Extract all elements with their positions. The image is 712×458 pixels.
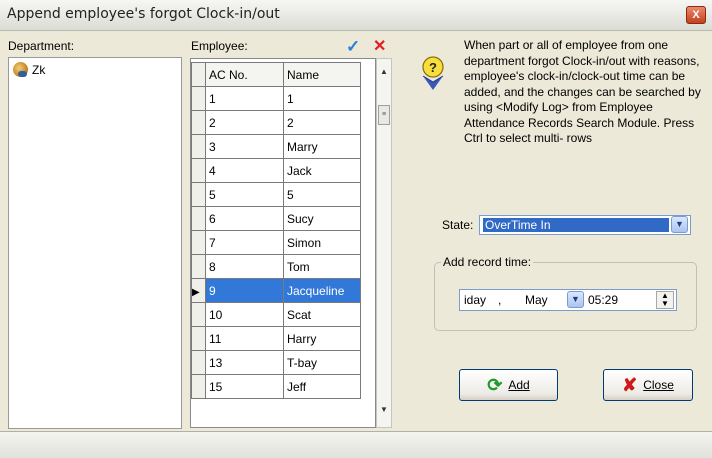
- time-field[interactable]: 05:29: [588, 293, 618, 307]
- department-item-zk[interactable]: Zk: [13, 62, 45, 77]
- close-button[interactable]: ✘ Close: [603, 369, 693, 401]
- cell-name[interactable]: Jacqueline: [283, 278, 361, 303]
- date-day-field[interactable]: iday: [464, 293, 486, 307]
- cell-name[interactable]: Tom: [283, 254, 361, 279]
- cell-ac-no[interactable]: 4: [205, 158, 284, 183]
- add-button-label: Add: [508, 378, 530, 392]
- row-indicator[interactable]: ▶: [191, 278, 206, 303]
- scroll-up-arrow-icon[interactable]: ▲: [377, 67, 391, 81]
- column-header-name[interactable]: Name: [283, 62, 361, 87]
- cell-ac-no[interactable]: 13: [205, 350, 284, 375]
- cell-name[interactable]: 5: [283, 182, 361, 207]
- department-icon: [13, 62, 28, 77]
- row-indicator[interactable]: [191, 302, 206, 327]
- table-row[interactable]: 4 Jack: [191, 158, 361, 183]
- cell-name[interactable]: 1: [283, 86, 361, 111]
- info-description: When part or all of employee from one de…: [464, 38, 701, 145]
- employee-grid[interactable]: AC No. Name 1 1 2 2 3 Marry 4 Jack 5 5 6 Sucy 7 Simon…: [190, 58, 376, 428]
- chevron-down-icon[interactable]: ▼: [671, 216, 688, 233]
- column-header-ac-no[interactable]: AC No.: [205, 62, 284, 87]
- cell-ac-no[interactable]: 10: [205, 302, 284, 327]
- row-indicator[interactable]: [191, 158, 206, 183]
- cell-name[interactable]: T-bay: [283, 350, 361, 375]
- employee-grid-scrollbar[interactable]: ▲ ≡ ▼: [376, 58, 392, 428]
- department-label: Department:: [8, 39, 75, 53]
- cell-ac-no[interactable]: 8: [205, 254, 284, 279]
- close-icon: X: [692, 9, 700, 21]
- refresh-icon: ⟳: [487, 374, 503, 395]
- table-row[interactable]: 10 Scat: [191, 302, 361, 327]
- scroll-thumb[interactable]: ≡: [378, 105, 390, 125]
- close-button-label: Close: [643, 378, 674, 392]
- header-indicator: [191, 62, 206, 87]
- status-bar: [0, 431, 712, 458]
- date-separator: ,: [498, 293, 502, 307]
- cell-ac-no[interactable]: 7: [205, 230, 284, 255]
- info-bulb-icon: ?: [422, 56, 444, 90]
- row-indicator[interactable]: [191, 182, 206, 207]
- close-x-icon: ✘: [622, 374, 638, 395]
- record-datetime-picker[interactable]: iday , May ▼ 05:29 ▲ ▼: [459, 289, 677, 311]
- cell-ac-no[interactable]: 9: [205, 278, 284, 303]
- cell-name[interactable]: Jeff: [283, 374, 361, 399]
- cell-ac-no[interactable]: 1: [205, 86, 284, 111]
- svg-text:?: ?: [429, 60, 437, 75]
- row-indicator[interactable]: [191, 254, 206, 279]
- cell-ac-no[interactable]: 11: [205, 326, 284, 351]
- append-clock-dialog: Append employee's forgot Clock-in/out X …: [0, 0, 712, 458]
- cell-name[interactable]: Harry: [283, 326, 361, 351]
- cell-name[interactable]: Marry: [283, 134, 361, 159]
- cell-ac-no[interactable]: 15: [205, 374, 284, 399]
- row-indicator[interactable]: [191, 134, 206, 159]
- table-row[interactable]: 22: [191, 110, 361, 135]
- window-title: Append employee's forgot Clock-in/out: [7, 6, 280, 22]
- table-row[interactable]: 7 Simon: [191, 230, 361, 255]
- x-icon[interactable]: ✕: [373, 36, 386, 56]
- close-window-button[interactable]: X: [686, 6, 706, 24]
- state-select[interactable]: OverTime In ▼: [479, 215, 691, 235]
- cell-name[interactable]: Simon: [283, 230, 361, 255]
- state-label: State:: [442, 218, 474, 232]
- cell-ac-no[interactable]: 2: [205, 110, 284, 135]
- cell-name[interactable]: 2: [283, 110, 361, 135]
- current-row-arrow-icon: ▶: [192, 286, 200, 298]
- table-row[interactable]: 8 Tom: [191, 254, 361, 279]
- department-item-label: Zk: [32, 62, 46, 77]
- department-tree[interactable]: Zk: [8, 57, 182, 429]
- cell-ac-no[interactable]: 6: [205, 206, 284, 231]
- table-row[interactable]: 55: [191, 182, 361, 207]
- date-month-field[interactable]: May: [525, 293, 548, 307]
- table-row[interactable]: 13 T-bay: [191, 350, 361, 375]
- time-spinner[interactable]: ▲ ▼: [656, 291, 674, 309]
- table-row[interactable]: 3 Marry: [191, 134, 361, 159]
- employee-label: Employee:: [191, 39, 248, 53]
- title-bar: Append employee's forgot Clock-in/out X: [0, 0, 712, 31]
- cell-ac-no[interactable]: 5: [205, 182, 284, 207]
- row-indicator[interactable]: [191, 230, 206, 255]
- cell-name[interactable]: Scat: [283, 302, 361, 327]
- add-button[interactable]: ⟳ Add: [459, 369, 558, 401]
- add-record-time-label: Add record time:: [441, 255, 534, 269]
- date-chevron-down-icon[interactable]: ▼: [567, 291, 584, 308]
- table-row[interactable]: 11 Harry: [191, 326, 361, 351]
- table-row[interactable]: 6 Sucy: [191, 206, 361, 231]
- cell-name[interactable]: Sucy: [283, 206, 361, 231]
- cell-name[interactable]: Jack: [283, 158, 361, 183]
- cell-ac-no[interactable]: 3: [205, 134, 284, 159]
- row-indicator[interactable]: [191, 350, 206, 375]
- row-indicator[interactable]: [191, 86, 206, 111]
- row-indicator[interactable]: [191, 206, 206, 231]
- table-row[interactable]: 15 Jeff: [191, 374, 361, 399]
- checkmark-icon[interactable]: ✓: [346, 37, 360, 57]
- row-indicator[interactable]: [191, 326, 206, 351]
- state-select-value: OverTime In: [483, 218, 669, 232]
- table-row[interactable]: 11: [191, 86, 361, 111]
- scroll-down-arrow-icon[interactable]: ▼: [377, 405, 391, 419]
- table-row[interactable]: ▶ 9 Jacqueline: [191, 278, 361, 303]
- row-indicator[interactable]: [191, 110, 206, 135]
- row-indicator[interactable]: [191, 374, 206, 399]
